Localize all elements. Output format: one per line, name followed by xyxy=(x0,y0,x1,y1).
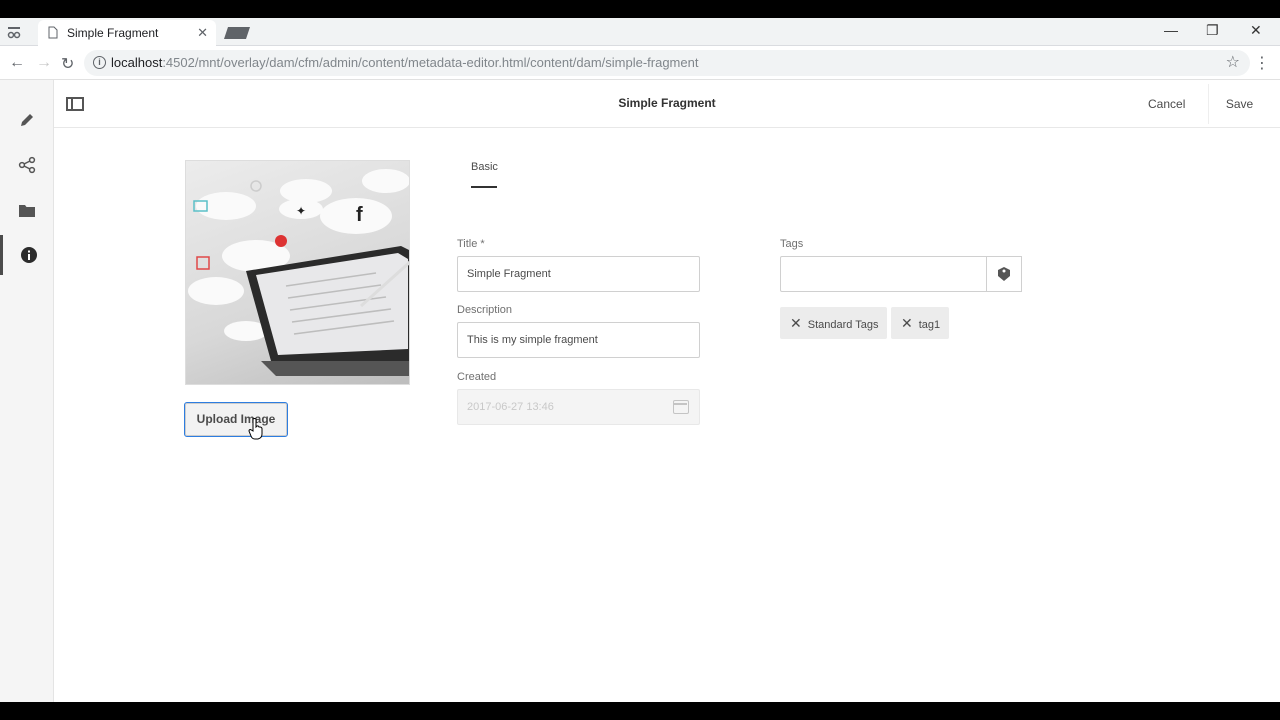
description-label: Description xyxy=(457,304,513,316)
editor-header: Simple Fragment Cancel Save xyxy=(54,80,1280,128)
properties-content: f ✦ Upload Image Basic Title * Simple Fr… xyxy=(54,128,1280,702)
page-title: Simple Fragment xyxy=(618,96,716,110)
calendar-icon xyxy=(673,400,689,414)
bookmark-star-icon[interactable]: ☆ xyxy=(1226,52,1240,72)
forward-icon: → xyxy=(36,54,52,71)
asset-thumbnail: f ✦ xyxy=(185,160,410,385)
created-value: 2017-06-27 13:46 xyxy=(467,401,554,413)
document-icon xyxy=(48,26,58,39)
upload-image-button[interactable]: Upload Image xyxy=(184,402,288,437)
tab-title: Simple Fragment xyxy=(67,26,159,40)
tag-chip[interactable]: ✕ Standard Tags xyxy=(780,307,888,339)
rail-item-properties[interactable] xyxy=(0,235,54,275)
tag-chip[interactable]: ✕ tag1 xyxy=(891,307,950,339)
minimize-icon[interactable]: — xyxy=(1164,22,1178,38)
browser-tab-bar: Simple Fragment ✕ — ❐ ✕ xyxy=(0,18,1280,46)
tags-input[interactable] xyxy=(780,256,987,292)
browser-menu-kebab-icon[interactable]: ⋮ xyxy=(1254,53,1270,73)
tags-label: Tags xyxy=(780,238,804,250)
info-icon xyxy=(20,247,37,263)
title-input[interactable]: Simple Fragment xyxy=(457,256,700,292)
tab-active-indicator xyxy=(471,186,497,188)
tag-icon xyxy=(998,267,1010,281)
tag-picker-button[interactable] xyxy=(986,256,1022,292)
restore-icon[interactable]: ❐ xyxy=(1206,22,1219,39)
title-label: Title * xyxy=(457,238,485,250)
tab-close-icon[interactable]: ✕ xyxy=(197,25,208,41)
browser-menu-icon[interactable] xyxy=(6,24,22,40)
tag-remove-icon[interactable]: ✕ xyxy=(790,315,802,331)
svg-text:✦: ✦ xyxy=(296,204,306,218)
cancel-button[interactable]: Cancel xyxy=(1142,91,1191,117)
reload-icon[interactable]: ↻ xyxy=(61,54,74,74)
created-datepicker: 2017-06-27 13:46 xyxy=(457,389,700,425)
url-field[interactable]: i localhost:4502/mnt/overlay/dam/cfm/adm… xyxy=(84,50,1250,76)
new-tab-button[interactable] xyxy=(222,26,252,40)
created-label: Created xyxy=(457,371,497,383)
back-icon[interactable]: ← xyxy=(9,54,25,72)
url-host: localhost xyxy=(111,55,163,70)
url-text: localhost:4502/mnt/overlay/dam/cfm/admin… xyxy=(111,55,698,70)
pencil-icon xyxy=(21,114,33,126)
left-rail xyxy=(0,80,54,702)
rail-item-edit[interactable] xyxy=(0,100,54,140)
description-input[interactable]: This is my simple fragment xyxy=(457,322,700,358)
svg-text:f: f xyxy=(356,204,363,226)
url-path: :4502/mnt/overlay/dam/cfm/admin/content/… xyxy=(162,55,699,70)
share-icon xyxy=(18,156,36,174)
window-close-icon[interactable]: ✕ xyxy=(1250,22,1262,39)
rail-item-collections[interactable] xyxy=(0,190,54,230)
browser-tab-active[interactable]: Simple Fragment ✕ xyxy=(38,20,216,46)
tag-label: Standard Tags xyxy=(807,319,879,331)
tag-remove-icon[interactable]: ✕ xyxy=(901,315,913,331)
browser-address-bar: ← → ↻ i localhost:4502/mnt/overlay/dam/c… xyxy=(0,46,1280,80)
hand-cursor-icon xyxy=(248,418,263,440)
save-button[interactable]: Save xyxy=(1208,84,1270,124)
tag-label: tag1 xyxy=(918,319,941,331)
browser-window: Simple Fragment ✕ — ❐ ✕ ← → ↻ i localhos… xyxy=(0,18,1280,702)
tab-basic[interactable]: Basic xyxy=(471,161,498,173)
rail-item-share[interactable] xyxy=(0,145,54,185)
thumbnail-image: f ✦ xyxy=(188,169,409,376)
folder-icon xyxy=(19,205,35,217)
site-info-icon[interactable]: i xyxy=(93,56,106,69)
